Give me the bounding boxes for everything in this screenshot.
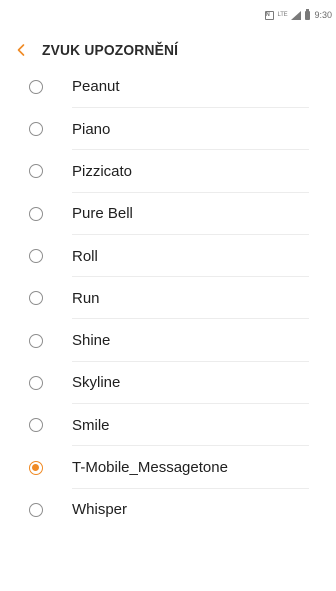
radio-button-checked[interactable] xyxy=(29,460,43,475)
lte-icon: LTE xyxy=(277,12,288,18)
radio-button[interactable] xyxy=(29,249,43,264)
screen: N LTE 9:30 ZVUK UPOZORNĚNÍ Peanut Piano Pi… xyxy=(0,0,336,591)
list-item[interactable]: Whisper xyxy=(0,489,336,531)
list-item[interactable]: Smile xyxy=(0,404,336,447)
radio-button[interactable] xyxy=(29,333,43,348)
list-item[interactable]: Peanut xyxy=(0,70,336,108)
back-button[interactable] xyxy=(0,30,42,70)
list-item[interactable]: Pure Bell xyxy=(0,193,336,235)
sound-label: Pure Bell xyxy=(72,205,133,223)
list-item[interactable]: Roll xyxy=(0,235,336,278)
sound-label: Shine xyxy=(72,332,111,350)
sound-label: Peanut xyxy=(72,78,120,95)
sound-label: Pizzicato xyxy=(72,162,133,180)
sound-label: Skyline xyxy=(72,374,121,392)
sound-label: Whisper xyxy=(72,501,128,519)
list-item[interactable]: Pizzicato xyxy=(0,150,336,193)
chevron-left-icon xyxy=(17,44,25,56)
sound-label: T-Mobile_Messagetone xyxy=(72,459,228,477)
radio-button[interactable] xyxy=(29,122,43,137)
status-bar: N LTE 9:30 xyxy=(0,0,336,30)
sound-label: Run xyxy=(72,289,100,307)
list-item[interactable]: Shine xyxy=(0,319,336,362)
nfc-icon: N xyxy=(264,10,274,20)
list-item[interactable]: Piano xyxy=(0,108,336,151)
sound-label: Roll xyxy=(72,247,98,265)
status-time: 9:30 xyxy=(314,10,332,20)
radio-button[interactable] xyxy=(29,502,43,517)
list-item[interactable]: T-Mobile_Messagetone xyxy=(0,446,336,489)
list-item[interactable]: Skyline xyxy=(0,362,336,405)
battery-icon xyxy=(305,8,311,20)
radio-button[interactable] xyxy=(29,418,43,433)
radio-button[interactable] xyxy=(29,375,43,390)
sound-label: Smile xyxy=(72,416,110,434)
signal-icon xyxy=(291,10,302,20)
radio-button[interactable] xyxy=(29,164,43,179)
list-item[interactable]: Run xyxy=(0,277,336,320)
app-header: ZVUK UPOZORNĚNÍ xyxy=(0,30,336,70)
sound-list: Peanut Piano Pizzicato Pure Bell Roll Run Shin… xyxy=(0,70,336,531)
radio-button[interactable] xyxy=(29,206,43,221)
radio-button[interactable] xyxy=(29,291,43,306)
radio-button[interactable] xyxy=(29,80,43,94)
page-title: ZVUK UPOZORNĚNÍ xyxy=(42,41,179,59)
sound-label: Piano xyxy=(72,120,111,138)
